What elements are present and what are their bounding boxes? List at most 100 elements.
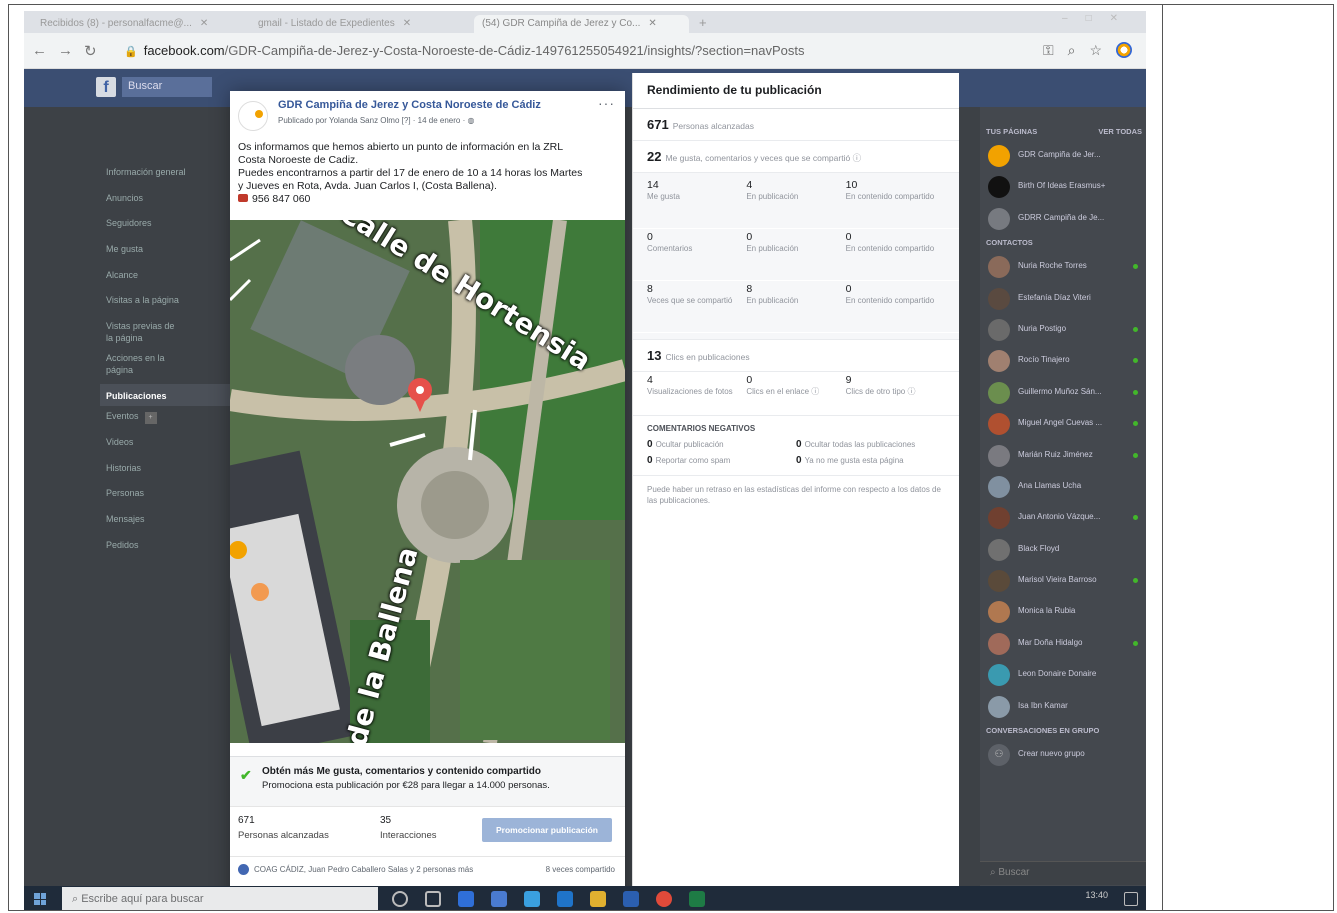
nav-item[interactable]: Anuncios xyxy=(100,192,230,218)
nav-item[interactable]: Acciones en la página xyxy=(100,352,180,384)
interactions-value: 35 xyxy=(380,815,392,826)
contact-item[interactable]: Black Floyd xyxy=(980,534,1146,565)
clicks-row: 13 Clics en publicaciones xyxy=(633,340,959,372)
nav-item-active[interactable]: Publicaciones xyxy=(100,384,230,407)
contact-item[interactable]: Juan Antonio Vázque... xyxy=(980,502,1146,533)
page-name-link[interactable]: GDR Campiña de Jerez y Costa Noroeste de… xyxy=(278,99,541,111)
store-icon[interactable] xyxy=(491,891,507,907)
shared-by[interactable]: COAG CÁDIZ, Juan Pedro Caballero Salas y… xyxy=(254,865,473,874)
nav-item[interactable]: Pedidos xyxy=(100,539,230,565)
avatar xyxy=(988,538,1010,561)
new-badge: + xyxy=(144,412,157,425)
facebook-logo-icon[interactable]: f xyxy=(96,77,116,97)
task-view-icon[interactable] xyxy=(425,891,441,907)
contact-item[interactable]: Isa Ibn Kamar xyxy=(980,691,1146,722)
contact-item[interactable]: Rocío Tinajero xyxy=(980,345,1146,376)
nav-item[interactable]: Alcance xyxy=(100,269,230,295)
key-icon[interactable]: ⚿ xyxy=(1043,42,1054,59)
taskbar-clock[interactable]: 13:40 xyxy=(1085,890,1108,900)
star-icon[interactable]: ☆ xyxy=(1089,42,1102,59)
close-icon[interactable]: ✕ xyxy=(200,18,208,29)
globe-icon: ◍ xyxy=(467,116,475,125)
page-item[interactable]: Birth Of Ideas Erasmus+ xyxy=(980,171,1146,202)
facebook-search-input[interactable]: Buscar xyxy=(122,77,212,97)
nav-item[interactable]: Eventos + xyxy=(100,410,230,436)
word-icon[interactable] xyxy=(623,891,639,907)
info-icon[interactable]: ⓘ xyxy=(853,153,862,163)
shared-count[interactable]: 8 veces compartido xyxy=(546,865,615,874)
info-icon[interactable]: ⓘ xyxy=(811,387,819,396)
nav-item[interactable]: Personas xyxy=(100,487,230,513)
contact-item[interactable]: Marisol Vieira Barroso xyxy=(980,565,1146,596)
file-explorer-icon[interactable] xyxy=(590,891,606,907)
nav-item[interactable]: Seguidores xyxy=(100,217,230,243)
contact-item[interactable]: Nuria Roche Torres xyxy=(980,251,1146,282)
create-group-button[interactable]: ⚇ Crear nuevo grupo xyxy=(980,739,1146,770)
outlook-icon[interactable] xyxy=(557,891,573,907)
negative-label: Ya no me gusta esta página xyxy=(804,456,904,465)
contact-item[interactable]: Leon Donaire Donaire xyxy=(980,659,1146,690)
browser-tab-active[interactable]: (54) GDR Campiña de Jerez y Co... ✕ xyxy=(474,15,689,33)
contact-item[interactable]: Monica la Rubia xyxy=(980,596,1146,627)
online-status-icon xyxy=(1133,389,1138,395)
contact-item[interactable]: Nuria Postigo xyxy=(980,314,1146,345)
contact-item-name: Marián Ruiz Jiménez xyxy=(1018,449,1093,459)
contact-item[interactable]: Ana Llamas Ucha xyxy=(980,471,1146,502)
excel-icon[interactable] xyxy=(689,891,705,907)
taskbar-search-input[interactable]: ⌕ Escribe aquí para buscar xyxy=(62,887,378,910)
interactions-stat: 35 Interacciones xyxy=(380,815,437,841)
info-icon[interactable]: ⓘ xyxy=(907,387,915,396)
phone-icon xyxy=(238,194,248,202)
chrome-icon[interactable] xyxy=(656,891,672,907)
cortana-icon[interactable] xyxy=(392,891,408,907)
nav-item[interactable]: Me gusta xyxy=(100,243,230,269)
nav-item[interactable]: Vistas previas de la página xyxy=(100,320,180,352)
forward-icon[interactable]: → xyxy=(58,42,73,59)
page-item[interactable]: GDRR Campiña de Je... xyxy=(980,203,1146,234)
clicks-grid: 4 Visualizaciones de fotos 0 Clics en el e… xyxy=(633,372,959,416)
contact-item[interactable]: Miguel Angel Cuevas ... xyxy=(980,408,1146,439)
grid-row: 14 Me gusta 4 En publicación 10 En contenid… xyxy=(633,177,959,229)
browser-tab[interactable]: gmail - Listado de Expedientes ✕ xyxy=(250,15,470,33)
contact-item[interactable]: Marián Ruiz Jiménez xyxy=(980,440,1146,471)
extension-icon[interactable] xyxy=(1116,42,1132,58)
back-icon[interactable]: ← xyxy=(32,42,47,59)
see-all-link[interactable]: VER TODAS xyxy=(1098,127,1142,136)
browser-tab[interactable]: Recibidos (8) - personalfacme@... ✕ xyxy=(32,15,247,33)
insights-left-nav: Información general Anuncios Seguidores … xyxy=(100,166,230,564)
edge-icon[interactable] xyxy=(458,891,474,907)
contact-item[interactable]: Estefanía Díaz Viteri xyxy=(980,283,1146,314)
clicks-value: 13 xyxy=(647,348,662,363)
reload-icon[interactable]: ↻ xyxy=(84,42,97,60)
grid-cell: 9 Clics de otro tipo ⓘ xyxy=(846,375,945,411)
chat-search-input[interactable]: ⌕ Buscar xyxy=(980,861,1146,885)
window-controls[interactable]: –□✕ xyxy=(1062,13,1136,24)
more-options-icon[interactable]: ··· xyxy=(598,95,615,111)
page-item[interactable]: GDR Campiña de Jer... xyxy=(980,140,1146,171)
nav-item[interactable]: Videos xyxy=(100,436,230,462)
promotion-banner: ✔ Obtén más Me gusta, comentarios y cont… xyxy=(230,756,625,806)
nav-item[interactable]: Información general xyxy=(100,166,230,192)
taskbar-search-placeholder: Escribe aquí para buscar xyxy=(81,893,204,905)
nav-item[interactable]: Mensajes xyxy=(100,513,230,539)
internet-explorer-icon[interactable] xyxy=(524,891,540,907)
close-icon[interactable]: ✕ xyxy=(648,18,656,29)
new-tab-icon[interactable]: + xyxy=(699,15,707,30)
contact-item[interactable]: Guillermo Muñoz Sán... xyxy=(980,377,1146,408)
nav-item[interactable]: Historias xyxy=(100,462,230,488)
contact-item[interactable]: Mar Doña Hidalgo xyxy=(980,628,1146,659)
close-icon[interactable]: ✕ xyxy=(403,18,411,29)
reach-row: 671 Personas alcanzadas xyxy=(633,109,959,141)
grid-cell: 4 Visualizaciones de fotos xyxy=(647,375,746,411)
page-avatar[interactable] xyxy=(238,101,268,131)
reach-value: 671 xyxy=(238,815,255,826)
avatar xyxy=(988,475,1010,498)
promote-post-button[interactable]: Promocionar publicación xyxy=(482,818,612,842)
notifications-icon[interactable] xyxy=(1124,892,1138,906)
negative-row: 0 Ocultar publicación 0 Ocultar todas las … xyxy=(633,437,959,453)
nav-item[interactable]: Visitas a la página xyxy=(100,294,230,320)
zoom-icon[interactable]: ⌕ xyxy=(1068,42,1076,59)
url-field[interactable]: 🔒 facebook.com/GDR-Campiña-de-Jerez-y-Cos… xyxy=(114,39,894,63)
windows-start-icon[interactable] xyxy=(34,893,46,905)
post-map-image[interactable]: Calle de Hortensia de la Ballena xyxy=(230,220,625,743)
